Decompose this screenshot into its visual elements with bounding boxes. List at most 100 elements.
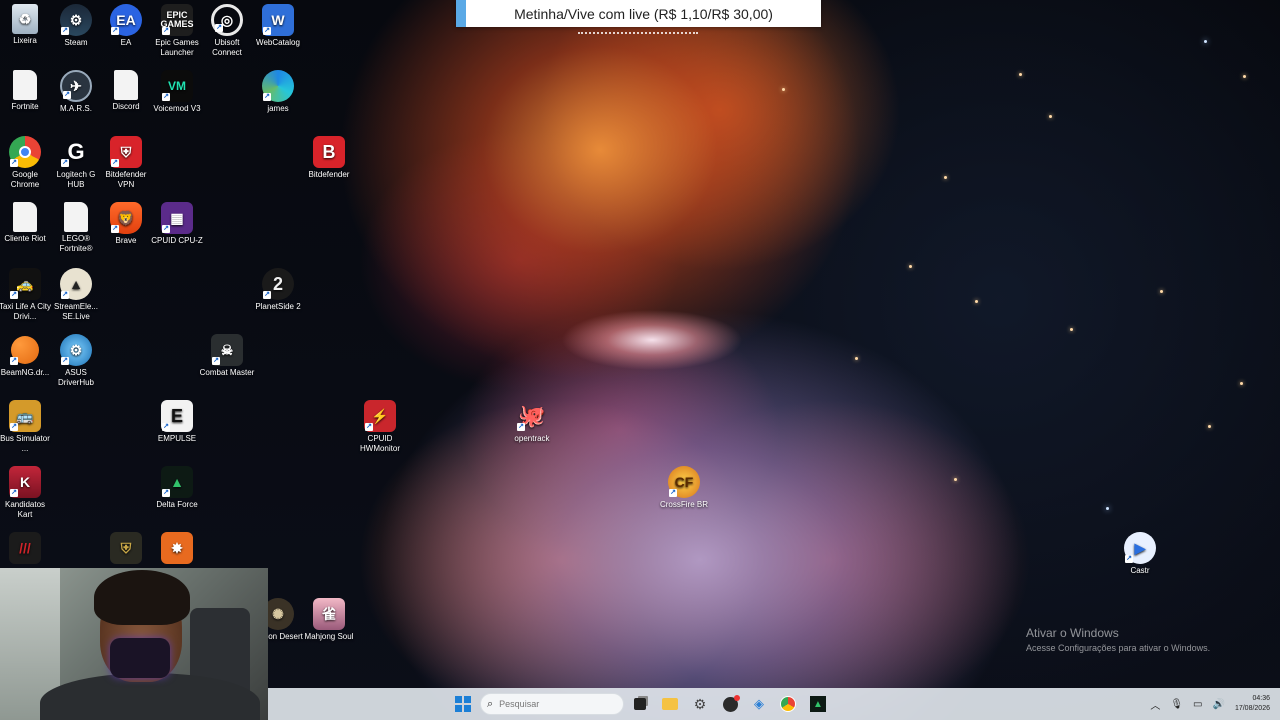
star bbox=[1243, 75, 1246, 78]
chevron-up-icon[interactable]: ︿ bbox=[1150, 697, 1160, 712]
octopus-icon: 🐙 ↗ bbox=[517, 403, 546, 431]
desktop-icon-empulse[interactable]: E ↗ EMPULSE bbox=[149, 400, 205, 444]
desktop-icon-hwmonitor[interactable]: ⚡ ↗ CPUID HWMonitor bbox=[352, 400, 408, 454]
file-icon bbox=[13, 70, 37, 100]
desktop-icon-taxi[interactable]: 🚕 ↗ Taxi Life A City Drivi... bbox=[0, 268, 53, 322]
desktop-icon-james[interactable]: ↗ james bbox=[250, 70, 306, 114]
taskbar-search-box[interactable]: ⌕ Pesquisar bbox=[480, 693, 624, 715]
microphone-icon bbox=[110, 638, 170, 678]
desktop-icon-beamng[interactable]: ↗ BeamNG.dr... bbox=[0, 334, 53, 378]
star bbox=[975, 300, 978, 303]
network-icon[interactable]: ▭ bbox=[1193, 699, 1202, 710]
star bbox=[1106, 507, 1109, 510]
castr-play-icon: ▶ ↗ bbox=[1124, 532, 1156, 564]
desktop-icon-fortnite[interactable]: Fortnite bbox=[0, 70, 53, 112]
desktop-icon-shield-game[interactable]: ⛨ bbox=[98, 532, 154, 566]
desktop-icon-webcatalog[interactable]: W ↗ WebCatalog bbox=[250, 4, 306, 48]
icon-label: M.A.R.S. bbox=[59, 104, 92, 113]
icon-label: james bbox=[267, 104, 289, 113]
settings-button[interactable]: ⚙ bbox=[690, 694, 710, 714]
star bbox=[1019, 73, 1022, 76]
diamond-icon: ◈ bbox=[754, 696, 764, 711]
icon-label: ASUS DriverHub bbox=[57, 368, 94, 387]
desktop-icon-castr[interactable]: ▶ ↗ Castr bbox=[1112, 532, 1168, 576]
star bbox=[1204, 40, 1207, 43]
clock-time: 04:36 bbox=[1252, 695, 1270, 702]
file-explorer-button[interactable] bbox=[660, 694, 680, 714]
icon-label: EA bbox=[120, 38, 132, 47]
star bbox=[1208, 425, 1211, 428]
delta-force-icon: ▲ bbox=[810, 696, 826, 712]
desktop-icon-opentrack[interactable]: 🐙 ↗ opentrack bbox=[504, 400, 560, 444]
icon-label: StreamEle... SE.Live bbox=[53, 302, 98, 321]
file-icon bbox=[114, 70, 138, 100]
file-icon bbox=[64, 202, 88, 232]
desktop-icon-crossfire[interactable]: CF ↗ CrossFire BR bbox=[656, 466, 712, 510]
desktop-icon-steam[interactable]: ⚙ ↗ Steam bbox=[48, 4, 104, 48]
chrome-taskbar-button[interactable] bbox=[778, 694, 798, 714]
icon-label: Bus Simulator ... bbox=[0, 434, 50, 453]
icon-label: Combat Master bbox=[199, 368, 255, 377]
pinned-app-button[interactable]: ◈ bbox=[749, 694, 769, 714]
desktop-icon-planetside[interactable]: 2 ↗ PlanetSide 2 bbox=[250, 268, 306, 312]
activation-title: Ativar o Windows bbox=[1026, 626, 1119, 640]
desktop-icon-delta[interactable]: ▲ ↗ Delta Force bbox=[149, 466, 205, 510]
star bbox=[1240, 382, 1243, 385]
mars-icon: ✈ ↗ bbox=[60, 70, 92, 102]
desktop-icon-brave[interactable]: 🦁 ↗ Brave bbox=[98, 202, 154, 246]
desktop-icon-mahjong[interactable]: 雀 Mahjong Soul bbox=[301, 598, 357, 642]
desktop-icon-logitech[interactable]: G ↗ Logitech G HUB bbox=[48, 136, 104, 190]
star bbox=[782, 88, 785, 91]
taskbar: ⌕ Pesquisar ⚙ ◈ ▲ ︿ 🎙 ▭ 🔊 04:36 17/08/20… bbox=[268, 688, 1280, 720]
desktop-icon-lego[interactable]: LEGO® Fortnite® bbox=[48, 202, 104, 254]
desktop-icon-ea[interactable]: EA ↗ EA bbox=[98, 4, 154, 48]
delta-force-taskbar-button[interactable]: ▲ bbox=[808, 694, 828, 714]
desktop-icon-discord[interactable]: Discord bbox=[98, 70, 154, 112]
icon-label: Bitdefender VPN bbox=[105, 170, 147, 189]
desktop-icon-voicemod[interactable]: VM ↗ Voicemod V3 bbox=[149, 70, 205, 114]
star bbox=[1049, 115, 1052, 118]
desktop-icon-kandidatos[interactable]: K ↗ Kandidatos Kart bbox=[0, 466, 53, 520]
icon-label: Epic Games Launcher bbox=[155, 38, 199, 57]
start-button[interactable] bbox=[453, 694, 473, 714]
desktop-icon-bitdefender-vpn[interactable]: ⛨ ↗ Bitdefender VPN bbox=[98, 136, 154, 190]
star bbox=[1160, 290, 1163, 293]
desktop-icon-cpuz[interactable]: ▦ ↗ CPUID CPU-Z bbox=[149, 202, 205, 246]
microphone-icon[interactable]: 🎙 bbox=[1170, 699, 1183, 710]
desktop-icon-assetto[interactable]: /// bbox=[0, 532, 53, 566]
volume-icon[interactable]: 🔊 bbox=[1213, 699, 1225, 710]
system-clock[interactable]: 04:36 17/08/2026 bbox=[1235, 694, 1270, 714]
voicemod-icon: VM ↗ bbox=[161, 70, 193, 102]
desktop-icon-streamelements[interactable]: ▲ ↗ StreamEle... SE.Live bbox=[48, 268, 104, 322]
desktop-icon-asus[interactable]: ⚙ ↗ ASUS DriverHub bbox=[48, 334, 104, 388]
delta-force-icon: ▲ ↗ bbox=[161, 466, 193, 498]
desktop-icon-orange-game[interactable]: ✸ bbox=[149, 532, 205, 566]
webcam-person-hair bbox=[94, 570, 190, 625]
empulse-icon: E ↗ bbox=[161, 400, 193, 432]
asus-gear-icon: ⚙ ↗ bbox=[60, 334, 92, 366]
desktop-icon-ubisoft[interactable]: ◎ ↗ Ubisoft Connect bbox=[199, 4, 255, 58]
desktop-icon-riot[interactable]: Cliente Riot bbox=[0, 202, 53, 244]
obs-button[interactable] bbox=[720, 694, 740, 714]
icon-label: Brave bbox=[115, 236, 137, 245]
desktop-icon-lixeira[interactable]: ♻ Lixeira bbox=[0, 4, 53, 46]
desktop-icon-chrome[interactable]: ↗ Google Chrome bbox=[0, 136, 53, 190]
desktop-icon-combat[interactable]: ☠ ↗ Combat Master bbox=[199, 334, 255, 378]
live-notification-banner[interactable]: Metinha/Vive com live (R$ 1,10/R$ 30,00) bbox=[456, 0, 821, 27]
chrome-icon: ↗ bbox=[9, 136, 41, 168]
task-view-button[interactable] bbox=[630, 694, 650, 714]
icon-label: Logitech G HUB bbox=[56, 170, 96, 189]
icon-label: Bitdefender bbox=[308, 170, 350, 179]
desktop-icon-bitdefender[interactable]: B Bitdefender bbox=[301, 136, 357, 180]
beamng-icon: ↗ bbox=[9, 334, 41, 366]
notification-subtext bbox=[578, 32, 698, 36]
windows-activation-watermark: Ativar o Windows Acesse Configurações pa… bbox=[1026, 626, 1210, 653]
desktop-icon-mars[interactable]: ✈ ↗ M.A.R.S. bbox=[48, 70, 104, 114]
clock-date: 17/08/2026 bbox=[1234, 705, 1270, 712]
star bbox=[909, 265, 912, 268]
burst-game-icon: ✸ bbox=[161, 532, 193, 564]
desktop-icon-bus[interactable]: 🚌 ↗ Bus Simulator ... bbox=[0, 400, 53, 454]
shield-game-icon: ⛨ bbox=[110, 532, 142, 564]
hwmonitor-bolt-icon: ⚡ ↗ bbox=[364, 400, 396, 432]
desktop-icon-epic[interactable]: EPIC GAMES ↗ Epic Games Launcher bbox=[149, 4, 205, 58]
